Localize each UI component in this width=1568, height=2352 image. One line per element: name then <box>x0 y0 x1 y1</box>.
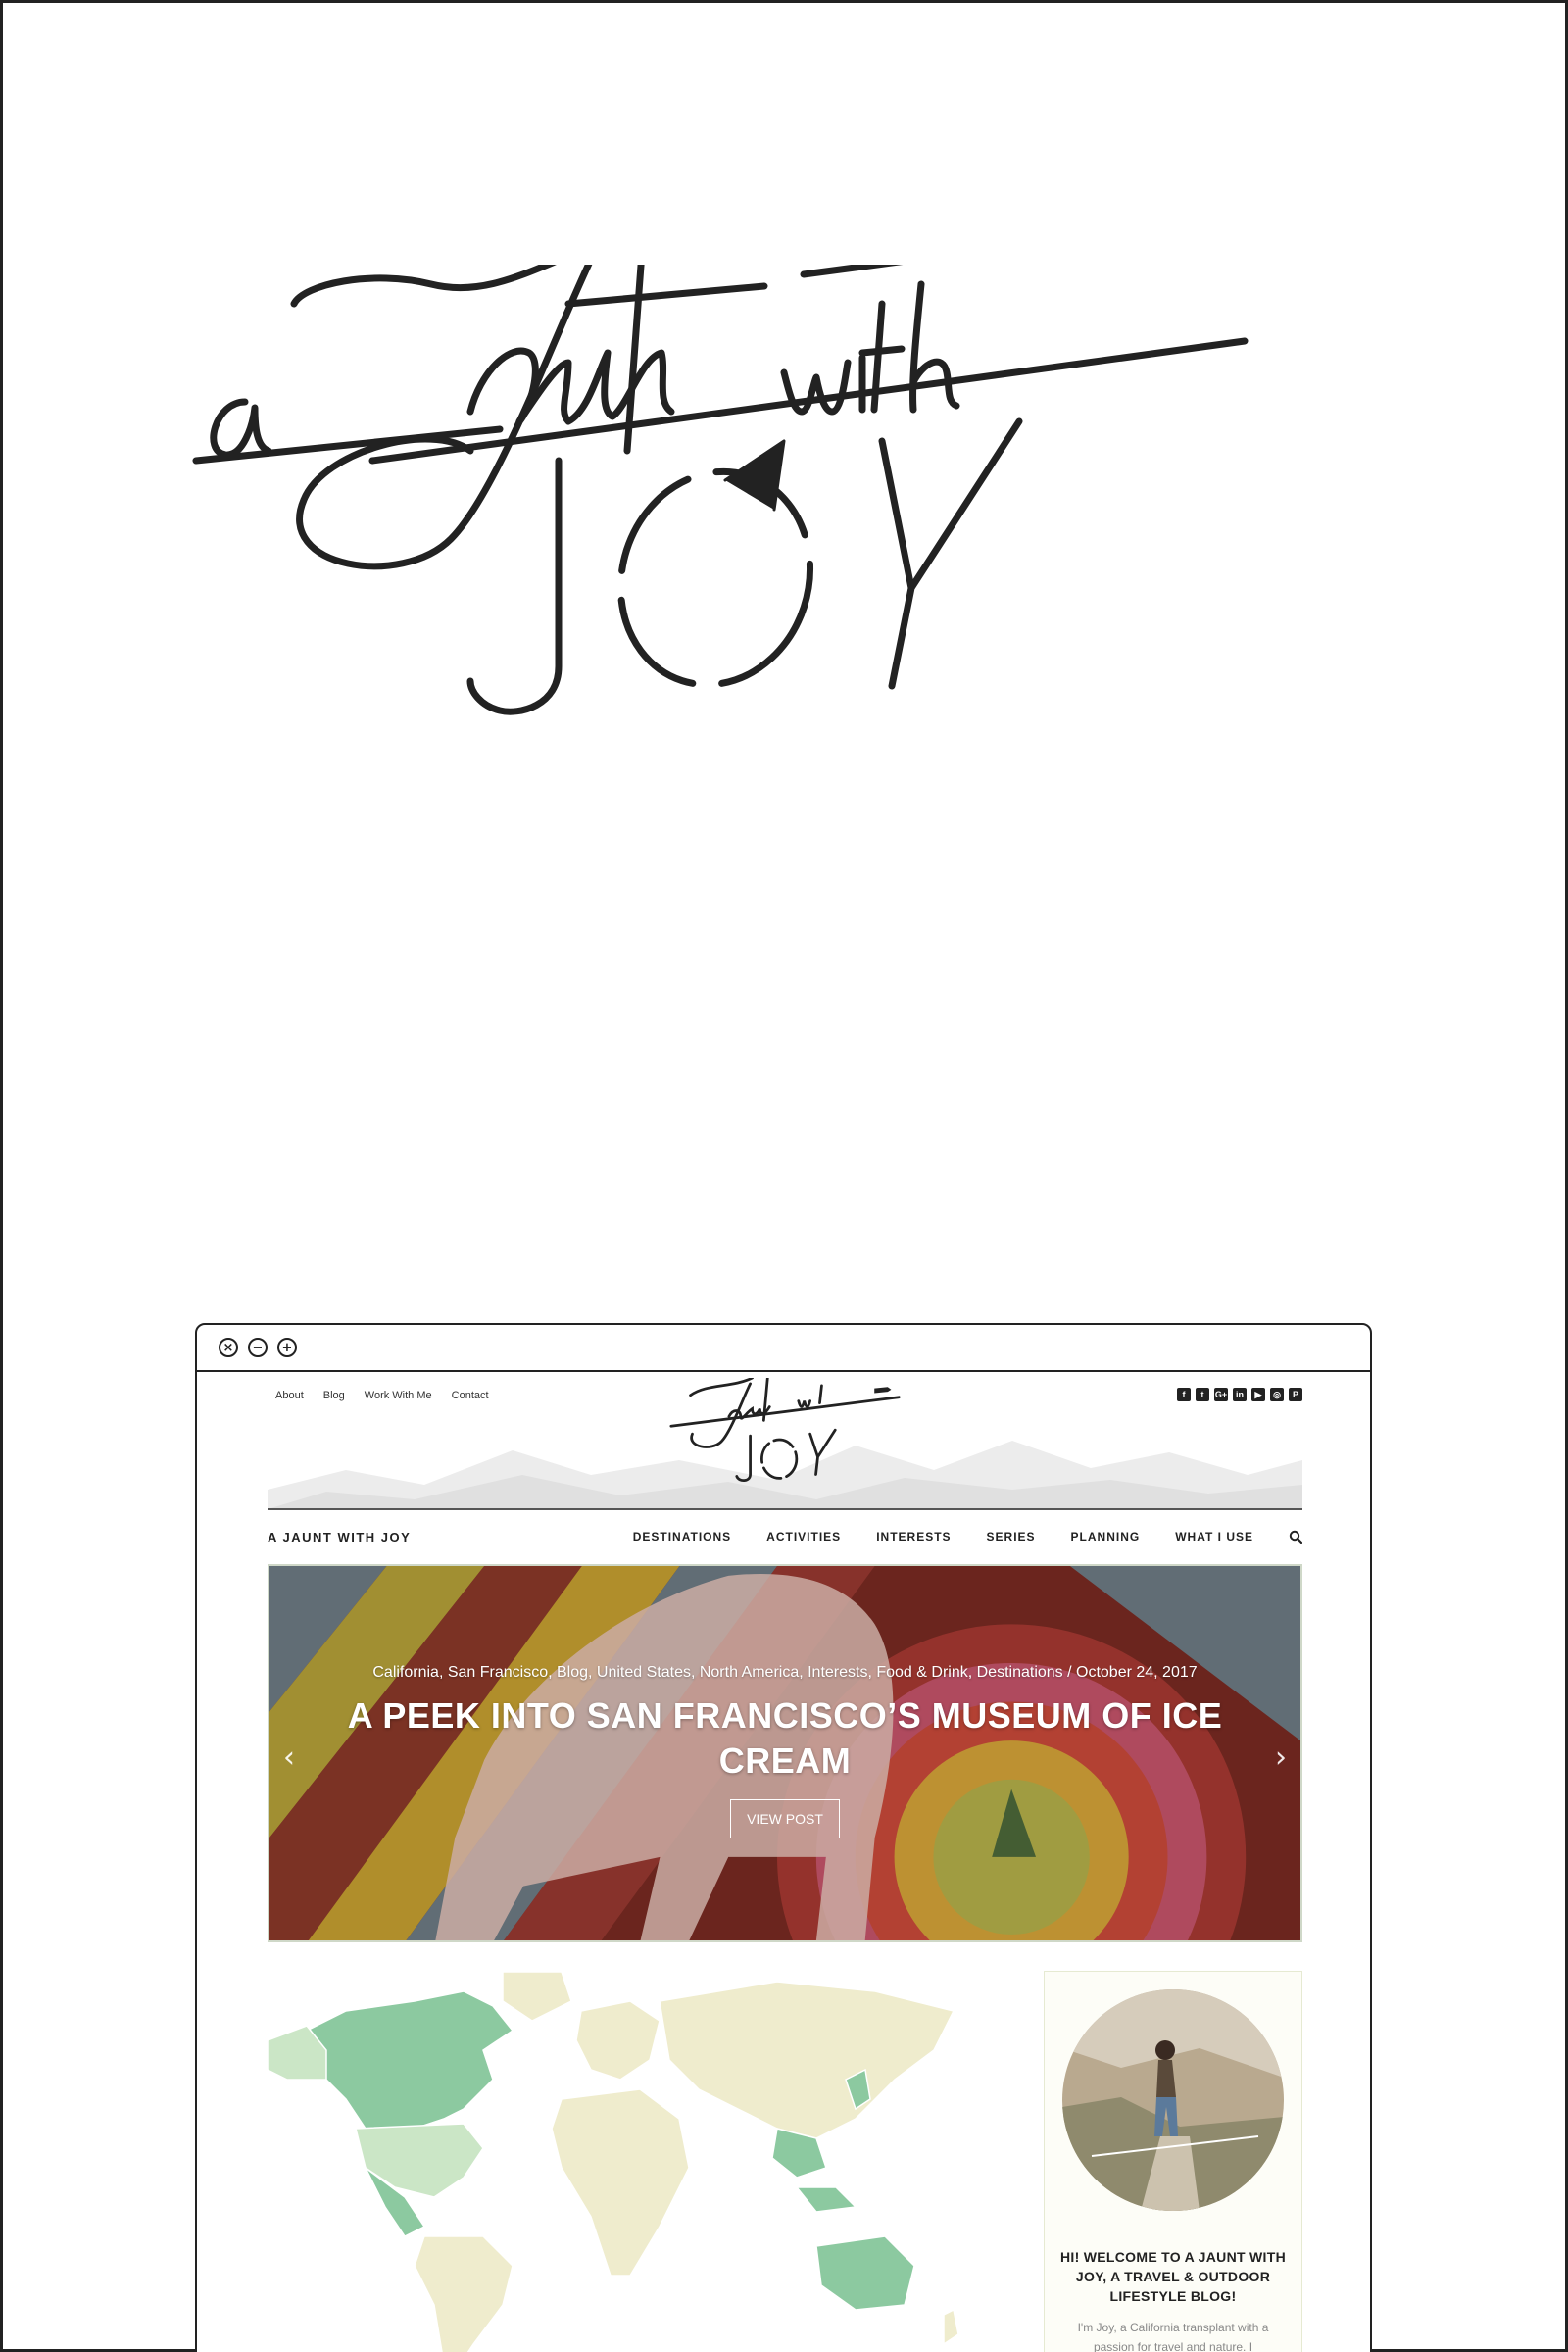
nav-activities[interactable]: ACTIVITIES <box>766 1530 841 1544</box>
facebook-icon[interactable]: f <box>1177 1388 1191 1401</box>
linkedin-icon[interactable]: in <box>1233 1388 1247 1401</box>
nav-planning[interactable]: PLANNING <box>1071 1530 1141 1544</box>
top-link-about[interactable]: About <box>275 1390 304 1401</box>
view-post-button[interactable]: VIEW POST <box>730 1799 840 1838</box>
pinterest-icon[interactable]: P <box>1289 1388 1302 1401</box>
youtube-icon[interactable]: ▶ <box>1251 1388 1265 1401</box>
main-navigation: A JAUNT WITH JOY DESTINATIONS ACTIVITIES… <box>268 1525 1302 1548</box>
nav-destinations[interactable]: DESTINATIONS <box>633 1530 731 1544</box>
search-icon[interactable] <box>1289 1530 1302 1544</box>
welcome-heading: HI! WELCOME TO A JAUNT WITH JOY, A TRAVE… <box>1060 2249 1287 2304</box>
minimize-window-icon[interactable]: − <box>248 1338 268 1357</box>
close-window-icon[interactable]: × <box>219 1338 238 1357</box>
instagram-icon[interactable]: ◎ <box>1270 1388 1284 1401</box>
social-icons: f t G+ in ▶ ◎ P <box>1177 1388 1302 1401</box>
website: About Blog Work With Me Contact f t G+ i… <box>197 1372 1370 2352</box>
top-link-work-with-me[interactable]: Work With Me <box>365 1390 432 1401</box>
maximize-window-icon[interactable]: + <box>277 1338 297 1357</box>
brand-logo <box>192 265 1249 715</box>
featured-post-title[interactable]: A PEEK INTO SAN FRANCISCO’S MUSEUM OF IC… <box>270 1693 1300 1784</box>
browser-titlebar: × − + <box>197 1325 1370 1372</box>
header-divider <box>268 1508 1302 1510</box>
top-links: About Blog Work With Me Contact <box>275 1390 489 1401</box>
site-logo[interactable] <box>655 1378 919 1505</box>
featured-post-slider: ‹ › California, San Francisco, Blog, Uni… <box>268 1564 1302 1942</box>
google-plus-icon[interactable]: G+ <box>1214 1388 1228 1401</box>
twitter-icon[interactable]: t <box>1196 1388 1209 1401</box>
visited-countries-map[interactable] <box>268 1972 978 2352</box>
author-widget: HI! WELCOME TO A JAUNT WITH JOY, A TRAVE… <box>1044 1971 1302 2352</box>
top-link-blog[interactable]: Blog <box>323 1390 345 1401</box>
browser-window: × − + About Blog Work With Me Contact f … <box>195 1323 1372 2352</box>
site-brand-text[interactable]: A JAUNT WITH JOY <box>268 1530 411 1544</box>
featured-post-meta: California, San Francisco, Blog, United … <box>372 1664 1198 1681</box>
top-link-contact[interactable]: Contact <box>452 1390 489 1401</box>
nav-interests[interactable]: INTERESTS <box>876 1530 951 1544</box>
nav-what-i-use[interactable]: WHAT I USE <box>1175 1530 1253 1544</box>
site-header: About Blog Work With Me Contact f t G+ i… <box>268 1372 1302 1509</box>
author-intro: I'm Joy, a California transplant with a … <box>1077 2321 1269 2352</box>
main-menu: DESTINATIONS ACTIVITIES INTERESTS SERIES… <box>633 1530 1302 1544</box>
featured-post-content: California, San Francisco, Blog, United … <box>270 1664 1300 1838</box>
author-avatar <box>1062 1989 1284 2211</box>
nav-series[interactable]: SERIES <box>987 1530 1036 1544</box>
